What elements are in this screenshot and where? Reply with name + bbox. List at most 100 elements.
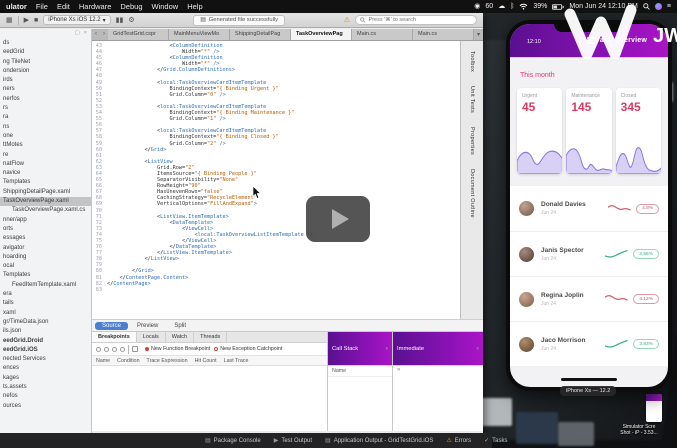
sidebar-item[interactable]: ttMotes [0,141,91,150]
stop-button[interactable]: ■ [34,17,38,24]
sidebar-item[interactable]: natFlow [0,160,91,169]
menu-item[interactable]: Help [187,2,202,11]
view-tab[interactable]: Source [95,322,128,330]
sidebar-item[interactable]: one [0,132,91,141]
device-selector[interactable]: iPhone Xs iOS 12.2▾ [43,15,110,25]
screenshot-preview-window[interactable] [646,394,662,422]
screenshot-file-label[interactable]: Simulator Scre Shot - iP - 3.53... [608,424,670,436]
menu-clock[interactable]: Mon Jun 24 12:10 PM [569,3,638,10]
sidebar-item[interactable]: ources [0,402,91,411]
gear-icon[interactable]: ⚙ [128,16,134,24]
wifi-icon[interactable] [519,3,528,10]
bp-toggle-icon[interactable] [104,347,109,352]
side-tab[interactable]: Document Outline [469,169,475,218]
sidebar-item[interactable]: Templates [0,271,91,280]
video-play-button[interactable] [306,196,370,242]
debug-tab[interactable]: Watch [166,332,194,342]
callstack-body[interactable] [328,377,392,431]
column-header[interactable]: Hit Count [195,358,217,364]
collapse-icon[interactable]: ▢ [75,30,80,38]
sidebar-item[interactable]: eedGrid.iOS [0,346,91,355]
sidebar-item[interactable]: Templates [0,178,91,187]
sidebar-item[interactable]: TaskOverviewPage.xaml.cs [0,206,91,215]
editor-tab[interactable]: TaskOverviewPag [291,29,352,40]
debug-tab[interactable]: Breakpoints [92,332,137,342]
person-row[interactable]: Jaco MorrisonJun 243.83% [510,321,668,366]
sidebar-item[interactable]: ts.assets [0,383,91,392]
home-indicator[interactable] [561,378,617,382]
sidebar-item[interactable]: eedGrid.Droid [0,337,91,346]
panel-menu-icon[interactable]: ▾ [476,346,479,352]
close-icon[interactable]: × [84,30,87,38]
menu-item[interactable]: Debug [120,2,142,11]
view-tab[interactable]: Preview [130,322,165,330]
sidebar-item[interactable]: nner/app [0,216,91,225]
menu-item[interactable]: Edit [57,2,70,11]
search-icon[interactable] [643,3,650,10]
bottom-bar-item[interactable]: ⚠Errors [446,437,471,444]
battery-icon[interactable] [552,4,564,10]
sidebar-item[interactable]: nefos [0,392,91,401]
sidebar-item[interactable]: ils.json [0,327,91,336]
sidebar-item[interactable]: ng TileNet [0,58,91,67]
sidebar-item[interactable]: essages [0,234,91,243]
sidebar-item[interactable]: navice [0,169,91,178]
panel-menu-icon[interactable]: ▾ [385,346,388,352]
editor-tab[interactable]: Main.cs [413,29,474,40]
sidebar-item[interactable]: TaskOverviewPage.xaml [0,197,91,206]
column-header[interactable]: Condition [117,358,139,364]
control-center-icon[interactable]: ≡ [667,3,671,10]
tab-next-icon[interactable]: › [100,29,108,40]
menu-item[interactable]: Window [152,2,179,11]
tab-prev-icon[interactable]: ‹ [92,29,100,40]
sidebar-item[interactable]: irds [0,76,91,85]
sidebar-item[interactable]: gr/TimeData.json [0,318,91,327]
sidebar-item[interactable]: ds [0,39,91,48]
editor-tab[interactable]: GridTestGrid.cspr [108,29,169,40]
editor-tab[interactable]: MainMenuViewMo [169,29,230,40]
search-box[interactable] [355,15,477,25]
warning-icon[interactable]: ⚠ [344,16,350,24]
tab-overflow-icon[interactable]: ▾ [474,29,483,40]
sidebar-item[interactable]: orts [0,225,91,234]
code-editor[interactable]: 43 <ColumnDefinition44 Width="*" />45 <C… [92,41,460,319]
notification-box[interactable]: ▤Generated file successfully [193,15,285,26]
sidebar-item[interactable]: avigator [0,244,91,253]
sidebar-item[interactable]: ners [0,85,91,94]
bluetooth-icon[interactable]: ᛒ [510,3,514,10]
sidebar-item[interactable]: FeedItemTemplate.xaml [0,281,91,290]
breakpoint-action-button[interactable]: New Exception Catchpoint [214,346,282,352]
siri-icon[interactable] [655,3,662,10]
debug-tab[interactable]: Locals [137,332,166,342]
person-row[interactable]: Regina JoplinJun 244.12% [510,276,668,321]
sidebar-item[interactable]: ShippingDetailPage.xaml [0,188,91,197]
view-tab[interactable]: Split [167,322,193,330]
bp-toggle-icon[interactable] [112,347,117,352]
column-header[interactable]: Last Trace [224,358,249,364]
bottom-bar-item[interactable]: ▤Package Console [205,437,261,444]
person-row[interactable]: Donald DaviesJun 244.8% [510,186,668,231]
sidebar-item[interactable]: eedGrid [0,48,91,57]
sidebar-item[interactable]: xaml [0,309,91,318]
sidebar-item[interactable]: ences [0,364,91,373]
cloud-icon[interactable]: ☁ [498,3,505,10]
sidebar-item[interactable]: era [0,290,91,299]
search-input[interactable] [369,17,472,23]
run-button[interactable]: ▶ [24,16,29,24]
sidebar-item[interactable]: tails [0,299,91,308]
column-header[interactable]: Trace Expression [147,358,188,364]
immediate-body[interactable]: » [393,366,483,374]
side-tab[interactable]: Properties [469,127,475,155]
person-row[interactable]: Janis SpectorJun 242.56% [510,231,668,276]
sidebar-item[interactable]: rs [0,104,91,113]
debug-tab[interactable]: Threads [194,332,227,342]
sidebar-item[interactable]: ns [0,123,91,132]
bp-checkbox-icon[interactable] [132,346,138,352]
sidebar-item[interactable]: nerfos [0,95,91,104]
sidebar-item[interactable]: ocal [0,262,91,271]
stat-card[interactable]: Urgent45 [517,88,562,174]
stat-card[interactable]: Closed345 [616,88,661,174]
bottom-bar-item[interactable]: ✓Tasks [484,437,507,444]
editor-tab[interactable]: Main.cs [352,29,413,40]
side-tab[interactable]: Unit Tests [469,86,475,113]
